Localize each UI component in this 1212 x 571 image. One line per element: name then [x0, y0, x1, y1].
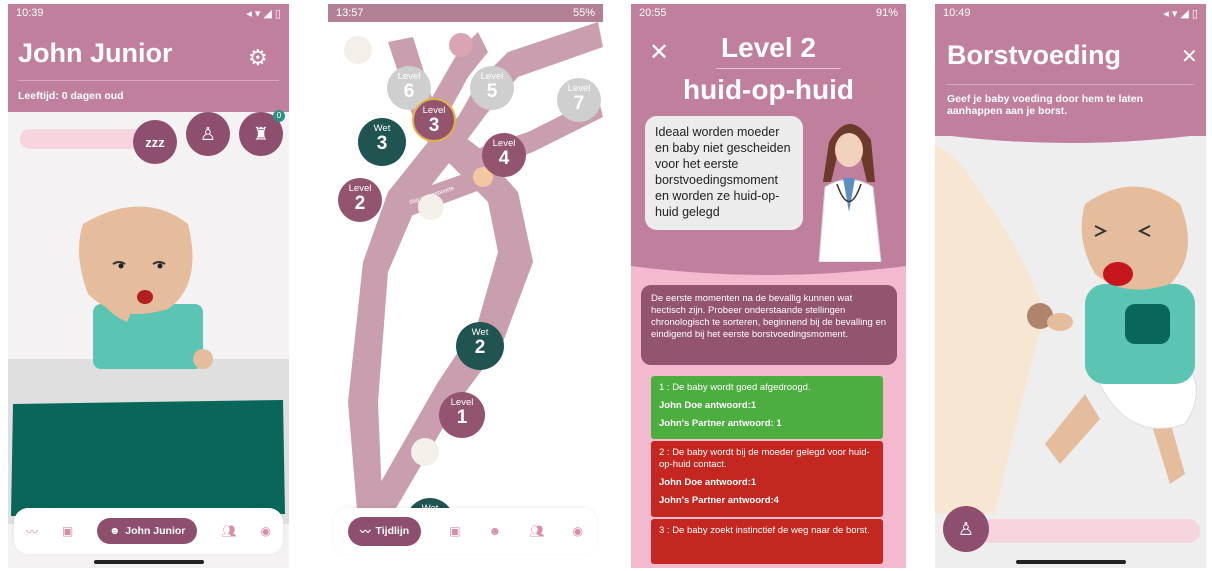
level-title: Level 2: [721, 32, 816, 63]
activity-title: Borstvoeding: [947, 40, 1122, 70]
status-icons: ◂ ▾ ◢ ▯: [246, 7, 281, 20]
path-label-induced: ingeleide bevalling: [398, 278, 426, 324]
phone-screen-breastfeeding: 10:49 ◂ ▾ ◢ ▯ Borstvoeding ✕ Geef je bab…: [935, 4, 1206, 568]
chart-icon[interactable]: 〰: [26, 523, 38, 540]
wet-node-number: 2: [474, 337, 486, 358]
status-bar: 20:55 91%: [631, 4, 906, 22]
baby-name-title: John Junior: [18, 38, 173, 68]
phone-screen-baby-home: 10:39 ◂ ▾ ◢ ▯ John Junior ⚙ Leeftijd: 0 …: [8, 4, 289, 568]
answer-john-doe: John Doe antwoord:1: [659, 477, 757, 488]
path-label-spontaneous: spontane: [462, 288, 479, 313]
bottom-nav: 〰 Tijdlijn ▣ ☻ 👥︎ ◉: [334, 508, 597, 554]
breastfeeding-illustration: [935, 144, 1197, 514]
statement-card[interactable]: 1 : De baby wordt goed afgedroogd. John …: [651, 376, 883, 439]
nav-item-baby[interactable]: ☻ John Junior: [97, 518, 198, 544]
instruction-panel: De eerste momenten na de bevallig kunnen…: [641, 285, 897, 365]
profile-icon[interactable]: ◉: [261, 524, 271, 538]
status-time: 10:49: [943, 7, 971, 19]
chest-icon[interactable]: ▣: [449, 524, 460, 538]
people-icon[interactable]: 👥︎: [529, 524, 544, 538]
level-node-7[interactable]: Level 7: [557, 78, 601, 122]
wet-node-3[interactable]: Wet 3: [358, 118, 406, 166]
status-time: 13:57: [336, 7, 364, 19]
feeding-progress-bar: [955, 519, 1200, 543]
mother-baby-icon: ♙: [199, 123, 217, 144]
milestone-pregnant-illustration: [411, 438, 439, 466]
badge-count: 0: [276, 111, 282, 120]
level-node-number: 4: [498, 148, 510, 169]
answer-partner: John's Partner antwoord: 1: [659, 418, 782, 429]
phone-screen-timeline: 13:57 55% dag 1 baby leeft met drinken v…: [328, 4, 603, 568]
status-battery: 91%: [875, 7, 898, 19]
baby-age-label: Leeftijd: 0 dagen oud: [18, 90, 124, 102]
baby-face-icon[interactable]: ☻: [489, 524, 502, 538]
mother-baby-icon: ♙: [957, 519, 975, 539]
activity-subtitle: Geef je baby voeding door hem te laten a…: [947, 93, 1144, 117]
close-icon[interactable]: ✕: [1181, 44, 1198, 69]
level-node-5[interactable]: Level 5: [470, 66, 514, 110]
home-indicator: [1015, 560, 1126, 564]
hold-baby-button[interactable]: ♙: [186, 112, 230, 156]
breast-pump-icon: ♜: [252, 123, 270, 144]
header-divider: [947, 84, 1194, 85]
nav-item-timeline[interactable]: 〰 Tijdlijn: [348, 516, 422, 546]
status-bar: 13:57 55%: [328, 4, 603, 22]
level-node-2[interactable]: Level 2: [338, 178, 382, 222]
answer-partner: John's Partner antwoord:4: [659, 495, 779, 506]
chart-icon: 〰: [360, 525, 371, 538]
milestone-no-bottle-icon: [449, 33, 473, 57]
milestone-baby-illustration: [344, 36, 372, 64]
statement-card[interactable]: 3 : De baby zoekt instinctief de weg naa…: [651, 519, 883, 564]
sleep-button[interactable]: zzz: [133, 120, 177, 164]
header-divider: [18, 80, 279, 81]
baby-face-icon: ☻: [109, 525, 121, 537]
status-icons: ◂ ▾ ◢ ▯: [1163, 7, 1198, 20]
statement-text: 3 : De baby zoekt instinctief de weg naa…: [659, 525, 870, 536]
speech-bubble: Ideaal worden moeder en baby niet gesche…: [645, 116, 803, 230]
level-node-number: 7: [573, 93, 585, 114]
sleep-icon: zzz: [145, 134, 165, 150]
statement-text: 1 : De baby wordt goed afgedroogd.: [659, 382, 811, 393]
status-time: 10:39: [16, 7, 44, 19]
people-icon[interactable]: 👥︎: [221, 524, 236, 538]
baby-illustration: [8, 206, 289, 524]
level-node-number: 1: [456, 407, 468, 428]
statement-card[interactable]: 2 : De baby wordt bij de moeder gelegd v…: [651, 441, 883, 517]
status-battery: 55%: [572, 7, 595, 19]
doctor-illustration: [818, 123, 882, 262]
status-bar: 10:49 ◂ ▾ ◢ ▯: [935, 4, 1206, 22]
status-bar: 10:39 ◂ ▾ ◢ ▯: [8, 4, 289, 22]
title-divider: [716, 68, 841, 69]
nav-active-label: Tijdlijn: [375, 525, 410, 537]
notification-badge: 0: [273, 110, 285, 122]
level-subtitle: huid-op-huid: [682, 74, 855, 105]
level-node-number: 5: [486, 81, 498, 102]
level-node-3-current[interactable]: Level 3: [412, 98, 456, 142]
feed-button[interactable]: ♙: [943, 506, 989, 552]
status-time: 20:55: [639, 7, 667, 19]
level-node-1[interactable]: Level 1: [439, 392, 485, 438]
settings-gear-icon[interactable]: ⚙: [248, 45, 268, 71]
bottom-nav: 〰 ▣ ☻ John Junior 👥︎ ◉: [14, 508, 283, 554]
chest-icon[interactable]: ▣: [62, 524, 73, 538]
answer-john-doe: John Doe antwoord:1: [659, 400, 757, 411]
wet-node-number: 3: [376, 133, 388, 154]
nav-active-label: John Junior: [125, 525, 186, 537]
phone-screen-level-quiz: 20:55 91% ✕ Level 2 huid-op-huid Ideaal …: [631, 4, 906, 568]
wet-node-2[interactable]: Wet 2: [456, 322, 504, 370]
level-node-number: 2: [354, 193, 366, 214]
profile-icon[interactable]: ◉: [573, 524, 583, 538]
level-node-number: 3: [428, 115, 440, 136]
milestone-mother-baby-illustration: [418, 194, 444, 220]
statement-text: 2 : De baby wordt bij de moeder gelegd v…: [659, 447, 870, 470]
home-indicator: [93, 560, 204, 564]
level-node-4[interactable]: Level 4: [482, 133, 526, 177]
